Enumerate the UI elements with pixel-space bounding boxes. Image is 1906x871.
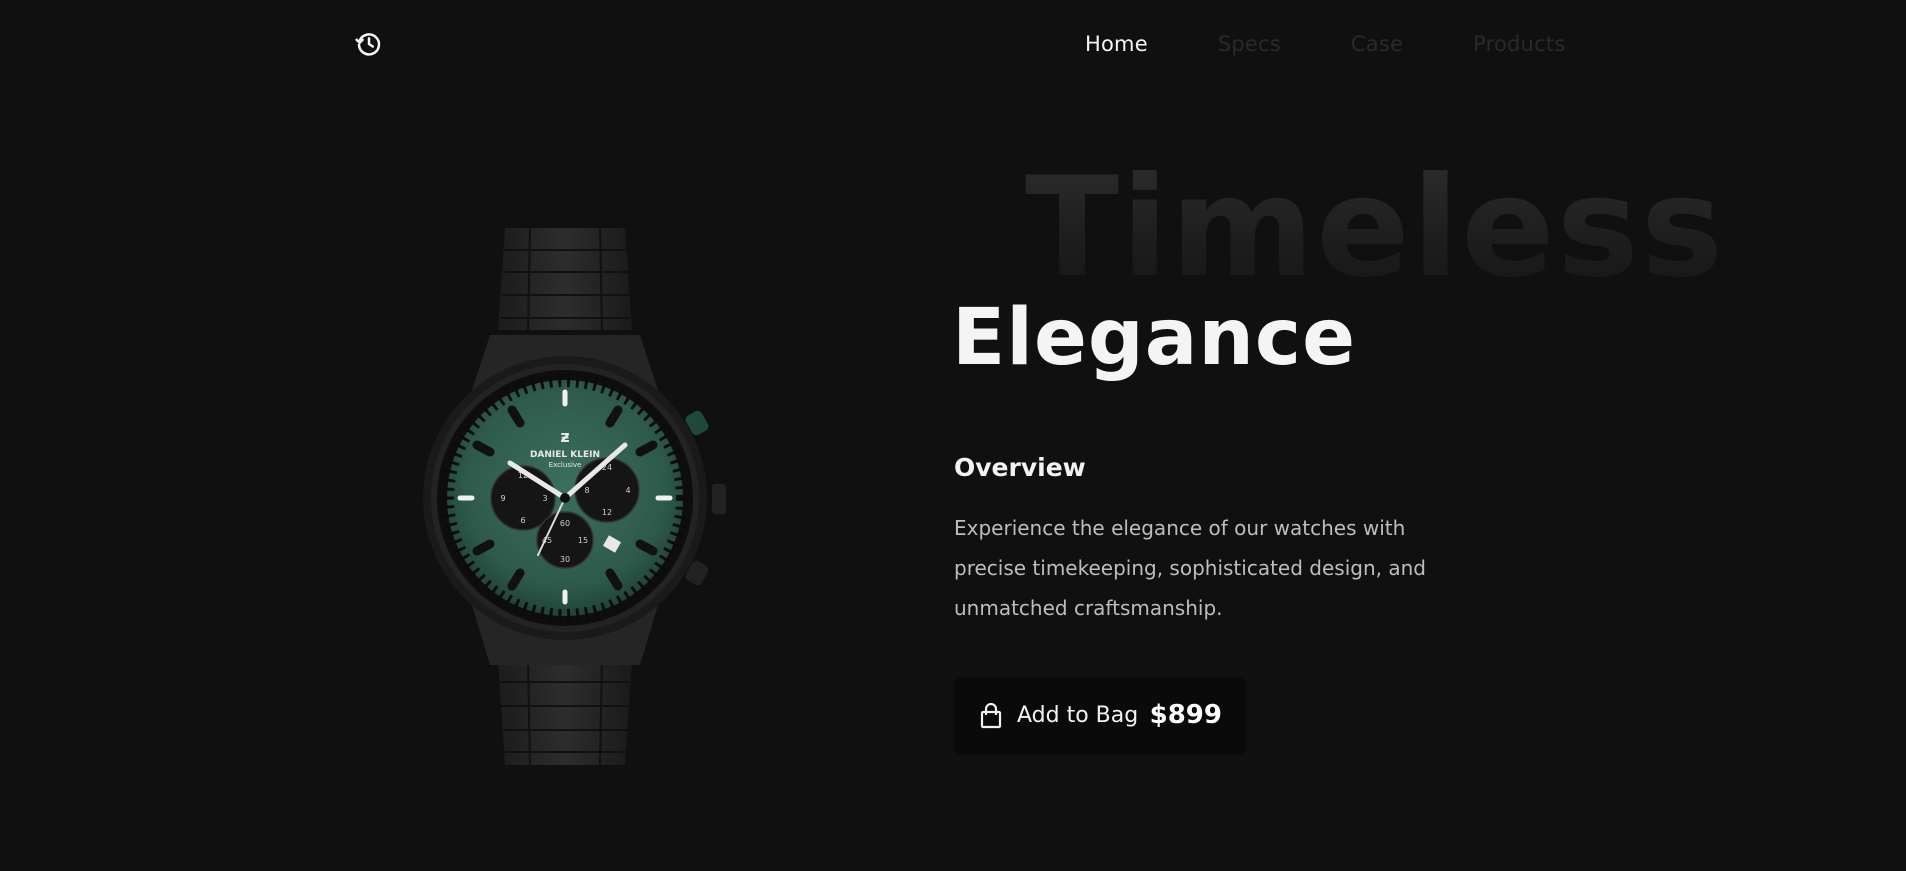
svg-text:9: 9 xyxy=(500,494,505,503)
nav-case[interactable]: Case xyxy=(1351,30,1403,58)
svg-text:3: 3 xyxy=(542,494,547,503)
svg-text:12: 12 xyxy=(602,508,612,517)
shopping-bag-icon xyxy=(980,703,1002,729)
main-nav: Home Specs Case Products xyxy=(1085,30,1635,58)
svg-text:8: 8 xyxy=(584,486,589,495)
add-to-bag-button[interactable]: Add to Bag $899 xyxy=(954,677,1246,755)
svg-text:15: 15 xyxy=(578,536,588,545)
nav-products[interactable]: Products xyxy=(1473,30,1565,58)
svg-text:ƶ: ƶ xyxy=(560,427,569,446)
product-watch-image: 12396 244812 6045 1530 ƶ DANIEL KLEIN Exc… xyxy=(423,227,726,766)
svg-text:Exclusive: Exclusive xyxy=(549,461,582,469)
svg-text:6: 6 xyxy=(520,516,525,525)
svg-text:4: 4 xyxy=(625,486,630,495)
nav-home[interactable]: Home xyxy=(1085,30,1148,58)
overview-description: Experience the elegance of our watches w… xyxy=(954,516,1426,620)
svg-text:60: 60 xyxy=(560,519,570,528)
landing-page: Home Specs Case Products 12 3 9 6 24 4 8… xyxy=(0,0,1906,871)
overview-title: Overview xyxy=(954,453,1086,482)
nav-specs[interactable]: Specs xyxy=(1218,30,1281,58)
price: $899 xyxy=(1149,700,1222,730)
background-word: Timeless xyxy=(1025,147,1726,308)
hero-headline: Elegance xyxy=(952,293,1357,383)
svg-text:DANIEL KLEIN: DANIEL KLEIN xyxy=(530,450,600,460)
history-icon[interactable] xyxy=(354,29,384,59)
add-to-bag-label: Add to Bag xyxy=(1017,703,1139,728)
svg-text:30: 30 xyxy=(560,555,570,564)
